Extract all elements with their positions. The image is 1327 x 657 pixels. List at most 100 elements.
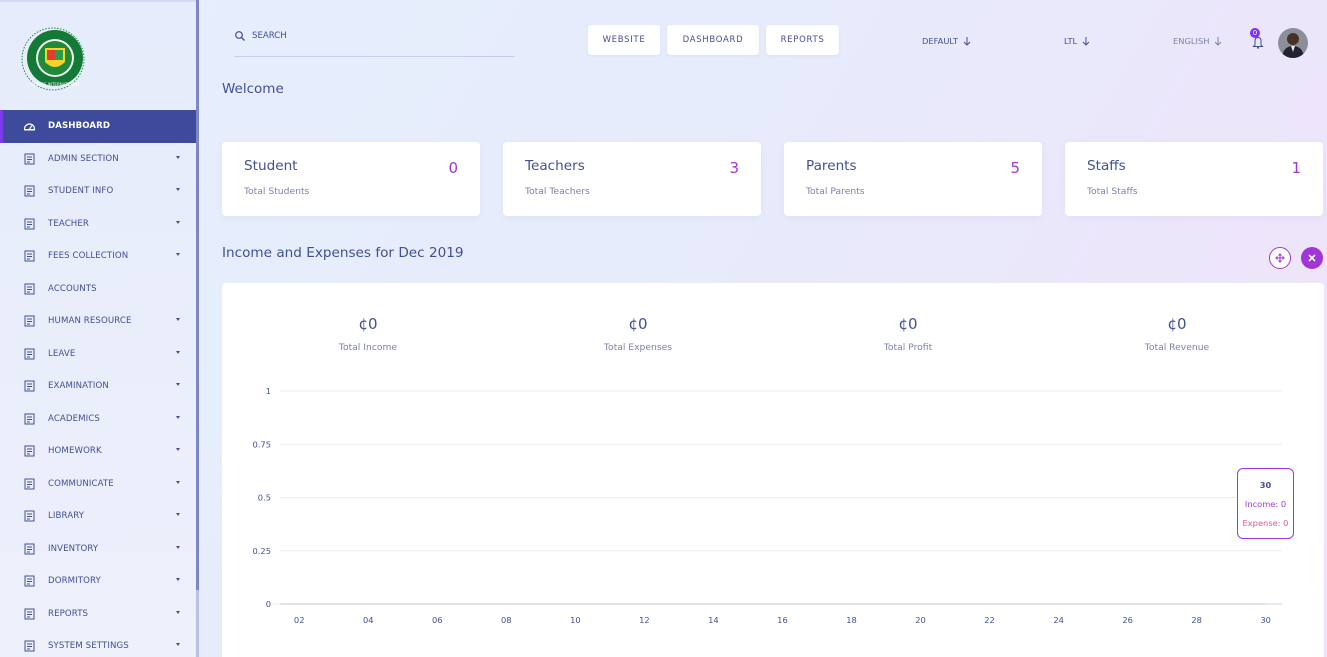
settings-icon [23,640,36,652]
x-tick-label: 14 [708,615,719,625]
sidebar-item-label: TEACHER [48,218,89,229]
accounts-icon [23,283,36,295]
tooltip-day: 30 [1259,480,1272,490]
income-expense-chart[interactable]: 00.250.50.75102 04 06 08 10 12 14 16 18 20 22 24 26 2… [222,283,1324,657]
sidebar-item-label: DORMITORY [48,576,101,587]
style-select-label: DEFAULT [922,36,958,46]
school-logo[interactable]: ANKUBE INTERNATIONAL [17,26,89,92]
staffs-card[interactable]: Staffs Total Staffs 1 [1065,142,1323,216]
sidebar-scrollbar[interactable] [196,0,199,657]
reports-button[interactable]: REPORTS [766,25,839,55]
communicate-icon [23,478,36,490]
chevron-down-icon [176,155,180,159]
sidebar-item-accounts[interactable]: ACCOUNTS [0,273,196,306]
speedometer-icon [23,120,36,132]
sidebar-item-dormitory[interactable]: DORMITORY [0,565,196,598]
fees-icon [23,250,36,262]
sidebar-item-label: ACCOUNTS [48,283,97,294]
sidebar-item-reports[interactable]: REPORTS [0,598,196,631]
teachers-card[interactable]: Teachers Total Teachers 3 [503,142,761,216]
sidebar-item-admin-section[interactable]: ADMIN SECTION [0,143,196,176]
sidebar-item-label: FEES COLLECTION [48,251,129,262]
sidebar-item-label: LEAVE [48,348,76,359]
sidebar-menu: DASHBOARD ADMIN SECTION STUDENT INFO TEACHE… [0,110,196,657]
arrow-down-icon [1082,37,1090,46]
sidebar-item-label: HUMAN RESOURCE [48,316,132,327]
sidebar-item-teacher[interactable]: TEACHER [0,208,196,241]
sidebar-item-homework[interactable]: HOMEWORK [0,435,196,468]
move-button[interactable] [1269,247,1291,269]
chevron-down-icon [176,643,180,646]
sidebar-item-label: REPORTS [48,608,89,619]
language-select-label: ENGLISH [1173,36,1210,46]
close-icon [1308,254,1316,262]
sidebar-item-examination[interactable]: EXAMINATION [0,370,196,403]
chevron-down-icon [176,318,180,321]
move-icon [1275,253,1285,263]
sidebar-item-fees-collection[interactable]: FEES COLLECTION [0,240,196,273]
card-count: 3 [729,159,739,177]
chevron-down-icon [176,480,180,484]
chevron-down-icon [176,415,180,419]
direction-select[interactable]: LTL [1064,36,1090,46]
chevron-down-icon [176,383,180,386]
sidebar-item-academics[interactable]: ACADEMICS [0,403,196,436]
sidebar: ANKUBE INTERNATIONAL DASHBOARD ADMIN SECT… [0,0,196,657]
academics-icon [23,413,36,425]
sidebar-item-student-info[interactable]: STUDENT INFO [0,175,196,208]
search-box[interactable] [234,28,515,57]
arrow-down-icon [1215,37,1222,46]
chevron-down-icon [176,513,180,516]
sidebar-item-communicate[interactable]: COMMUNICATE [0,468,196,501]
scrollbar-thumb[interactable] [196,590,199,657]
reports-icon [23,608,36,620]
sidebar-item-label: COMMUNICATE [48,478,114,489]
section-title: Income and Expenses for Dec 2019 [222,245,464,261]
sidebar-item-system-settings[interactable]: SYSTEM SETTINGS [0,630,196,657]
card-count: 0 [448,159,458,177]
teacher-icon [23,218,36,230]
tooltip-income: Income: 0 [1244,499,1287,509]
search-icon [235,31,245,41]
sidebar-item-human-resource[interactable]: HUMAN RESOURCE [0,305,196,338]
sidebar-item-library[interactable]: LIBRARY [0,500,196,533]
notification-badge: 0 [1250,28,1260,38]
student-icon [23,185,36,197]
chevron-down-icon [176,578,180,581]
inventory-icon [23,543,36,555]
close-button[interactable] [1301,247,1323,269]
parents-card[interactable]: Parents Total Parents 5 [784,142,1042,216]
sidebar-item-dashboard[interactable]: DASHBOARD [0,110,196,143]
x-tick-label: 08 [501,615,512,625]
sidebar-item-inventory[interactable]: INVENTORY [0,533,196,566]
search-input[interactable] [252,28,492,44]
avatar[interactable] [1278,28,1308,58]
x-tick-label: 04 [363,615,374,625]
card-title: Student [244,158,298,174]
sidebar-item-label: SYSTEM SETTINGS [48,641,129,652]
website-button[interactable]: WEBSITE [588,25,660,55]
y-tick-label: 0.25 [253,546,271,556]
dashboard-button[interactable]: DASHBOARD [667,25,759,55]
card-title: Parents [806,158,857,174]
sidebar-item-leave[interactable]: LEAVE [0,338,196,371]
chevron-down-icon [176,253,180,256]
page-title: Welcome [222,81,284,97]
style-select[interactable]: DEFAULT [922,36,971,46]
x-tick-label: 16 [777,615,788,625]
sidebar-item-label: STUDENT INFO [48,186,114,197]
x-tick-label: 12 [639,615,650,625]
x-tick-label: 28 [1191,615,1202,625]
x-tick-label: 22 [984,615,995,625]
chevron-down-icon [176,220,180,224]
library-icon [23,510,36,522]
x-tick-label: 10 [570,615,581,625]
language-select[interactable]: ENGLISH [1173,36,1222,46]
x-tick-label: 26 [1122,615,1133,625]
leave-icon [23,348,36,360]
card-title: Teachers [525,158,585,174]
direction-select-label: LTL [1064,36,1078,46]
human-resource-icon [23,315,36,327]
card-subtitle: Total Students [244,186,310,197]
student-card[interactable]: Student Total Students 0 [222,142,480,216]
